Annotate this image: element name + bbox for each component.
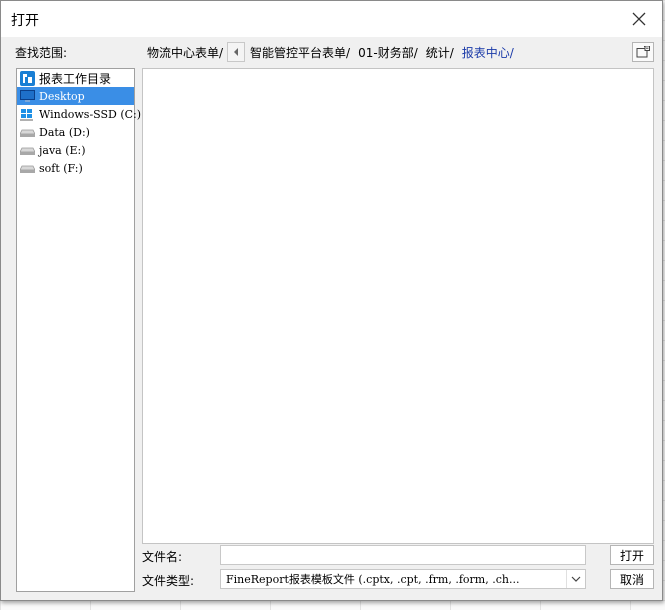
file-list-pane[interactable] [142,68,654,544]
filename-input[interactable] [220,545,586,565]
sidebar-item-drive-d[interactable]: Data (D:) [17,123,134,141]
breadcrumb-item-current[interactable]: 报表中心/ [461,44,515,61]
open-file-dialog: 打开 查找范围: 物流中心表单/ 智能管控平台表单/ 01-财务部/ 统计/ 报… [0,0,663,601]
look-in-label: 查找范围: [15,46,68,60]
chevron-down-icon [571,576,581,582]
sidebar-item-drive-c[interactable]: Windows-SSD (C:) [17,105,141,123]
cancel-button[interactable]: 取消 [610,569,654,589]
breadcrumb-back-button[interactable] [227,42,246,62]
new-folder-icon [636,46,650,58]
drive-icon [19,161,35,175]
new-folder-button[interactable] [632,42,654,62]
windows-drive-icon [19,107,35,121]
title-bar: 打开 [1,1,662,37]
drive-icon [19,143,35,157]
sidebar-item-label: Desktop [39,89,85,103]
places-sidebar: 报表工作目录 Desktop Windows-SSD (C:) Data (D:… [16,68,141,592]
sidebar-item-label: Data (D:) [39,125,90,139]
close-button[interactable] [616,1,662,37]
filetype-label: 文件类型: [142,574,195,588]
sidebar-item-drive-f[interactable]: soft (F:) [17,159,134,177]
breadcrumb-item-smart-control[interactable]: 智能管控平台表单/ [249,44,351,61]
breadcrumb-item-finance[interactable]: 01-财务部/ [357,44,419,61]
sidebar-item-label: java (E:) [39,143,86,157]
sidebar-item-drive-e[interactable]: java (E:) [17,141,134,159]
drive-icon [19,125,35,139]
close-icon [632,12,646,26]
sidebar-item-report-directory[interactable]: 报表工作目录 [17,69,134,87]
dropdown-button[interactable] [566,570,585,588]
sidebar-item-label: soft (F:) [39,161,83,175]
breadcrumb-item-statistics[interactable]: 统计/ [425,44,455,61]
sidebar-item-label: Windows-SSD (C:) [39,107,142,121]
open-button[interactable]: 打开 [610,545,654,565]
filetype-select[interactable]: FineReport报表模板文件 (.cptx, .cpt, .frm, .fo… [220,569,586,589]
breadcrumb: 物流中心表单/ 智能管控平台表单/ 01-财务部/ 统计/ 报表中心/ [146,41,515,63]
filetype-value: FineReport报表模板文件 (.cptx, .cpt, .frm, .fo… [226,573,520,586]
report-directory-icon [19,70,35,86]
chevron-left-icon [234,48,239,56]
sidebar-item-label: 报表工作目录 [39,71,112,86]
breadcrumb-item-logistics[interactable]: 物流中心表单/ [146,44,224,61]
filename-label: 文件名: [142,550,183,564]
sidebar-item-desktop[interactable]: Desktop [17,87,134,105]
dialog-title: 打开 [11,13,39,29]
desktop-icon [19,89,35,103]
